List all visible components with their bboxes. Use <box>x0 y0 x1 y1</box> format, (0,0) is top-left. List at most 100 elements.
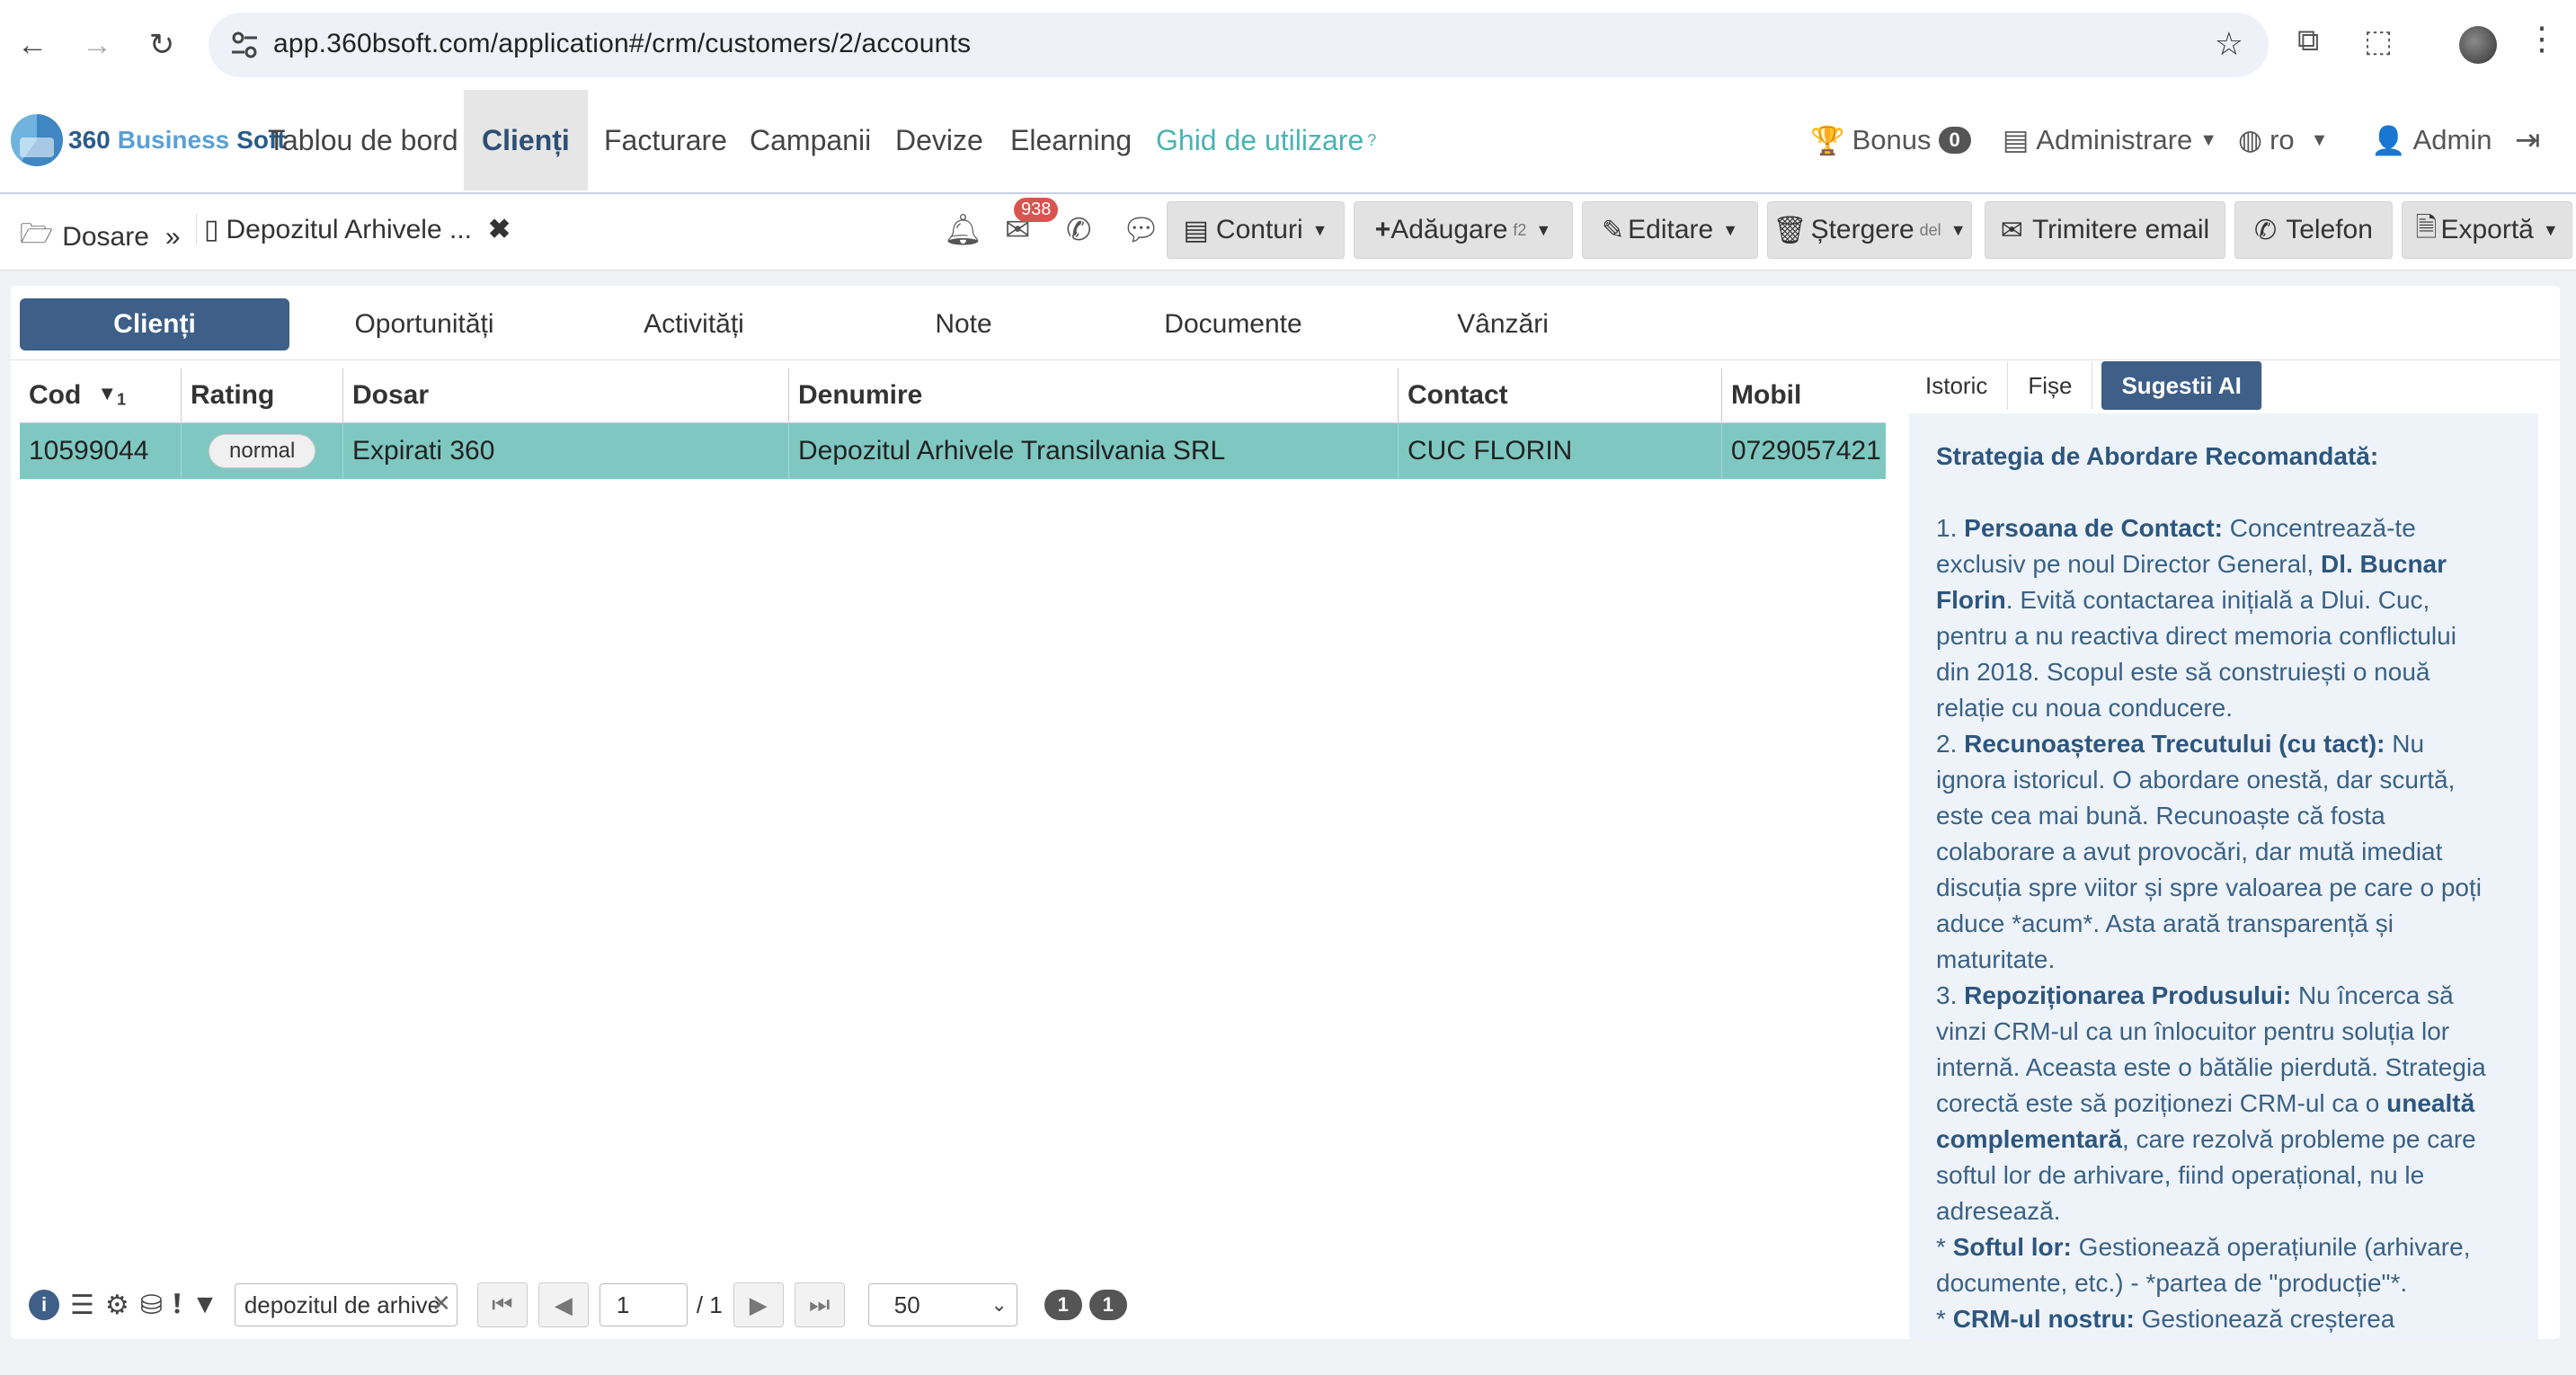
list-number: 2. <box>1936 730 1958 758</box>
tab-documente[interactable]: Documente <box>1098 298 1368 350</box>
avatar[interactable] <box>2459 26 2497 64</box>
breadcrumb[interactable]: 🗁 Dosare » <box>20 214 181 260</box>
tab-note[interactable]: Note <box>829 298 1098 350</box>
nav-dashboard[interactable]: Tablou de bord <box>250 90 476 191</box>
list-icon[interactable]: ☰ <box>70 1290 94 1321</box>
nav-clienti[interactable]: Clienți <box>464 90 588 191</box>
sort-desc-icon: ▼1 <box>97 381 127 409</box>
nav-guide[interactable]: Ghid de utilizare? <box>1138 90 1394 191</box>
info-icon[interactable]: i <box>29 1290 59 1320</box>
language-menu[interactable]: ◍ ro ▼ <box>2238 90 2328 191</box>
nav-elearning[interactable]: Elearning <box>992 90 1150 191</box>
puzzle-icon[interactable]: ⬚ <box>2364 23 2393 59</box>
brand-logo[interactable]: 360 Business Soft <box>11 113 286 167</box>
column-header-cod[interactable]: Cod ▼1 <box>20 368 182 422</box>
logout-icon[interactable]: ⇥ <box>2515 90 2541 191</box>
user-menu[interactable]: 👤 Admin <box>2371 90 2492 191</box>
cell-rating[interactable]: normal <box>182 423 343 479</box>
tab-sugestii-ai[interactable]: Sugestii AI <box>2101 361 2262 410</box>
bonus-label: Bonus <box>1852 124 1932 155</box>
bonus-menu[interactable]: 🏆 Bonus 0 <box>1810 90 1971 191</box>
filter-icon[interactable]: ▼ <box>191 1290 218 1320</box>
accounts-grid: Cod ▼1 Rating Dosar Denumire Contact Mob… <box>20 368 1886 479</box>
url-text[interactable]: app.360bsoft.com/application#/crm/custom… <box>273 29 971 59</box>
rating-badge: normal <box>209 434 316 468</box>
forward-icon[interactable]: → <box>70 18 124 72</box>
first-page-button[interactable]: ⏮ <box>476 1282 528 1327</box>
tab-oportunitati[interactable]: Oportunități <box>289 298 559 350</box>
bookmark-star-icon[interactable]: ☆ <box>2215 25 2243 63</box>
close-icon[interactable]: ✖ <box>488 214 511 245</box>
building-icon: ▯ <box>204 215 219 244</box>
mail-count-badge: 938 <box>1014 198 1059 222</box>
column-header-denumire[interactable]: Denumire <box>789 368 1399 422</box>
breadcrumb-root[interactable]: Dosare <box>62 222 149 253</box>
reload-icon[interactable]: ↻ <box>135 18 189 72</box>
cell-cod[interactable]: 10599044 <box>20 423 182 479</box>
telefon-button[interactable]: ✆ Telefon <box>2234 201 2393 259</box>
trimitere-email-button[interactable]: ✉ Trimitere email <box>1985 201 2225 259</box>
count-badge: 1 <box>1044 1290 1082 1320</box>
editare-button[interactable]: ✎ Editare ▼ <box>1582 201 1758 259</box>
guide-label: Ghid de utilizare <box>1156 123 1364 156</box>
next-page-button[interactable]: ▶ <box>733 1282 784 1327</box>
double-chevron-icon: » <box>164 221 181 252</box>
extension-icon[interactable]: ⧉ <box>2297 23 2319 58</box>
shortcut-hint: del <box>1919 220 1941 239</box>
cell-mobil[interactable]: 0729057421 <box>1722 423 1886 479</box>
bullet-heading: CRM-ul nostru: <box>1952 1305 2135 1333</box>
ai-title: Strategia de Abordare Recomandată: <box>1936 442 2379 470</box>
shortcut-hint: f2 <box>1513 220 1527 239</box>
ai-suggestions-panel[interactable]: Strategia de Abordare Recomandată: 1. Pe… <box>1909 413 2538 1339</box>
conturi-button[interactable]: ▤ Conturi ▼ <box>1167 201 1345 259</box>
page-size-select[interactable]: 50 ⌄ <box>867 1283 1017 1326</box>
bell-icon[interactable]: 🔔︎ <box>944 212 982 248</box>
adaugare-label: Adăugare <box>1390 215 1508 244</box>
prev-page-button[interactable]: ◀ <box>537 1282 589 1327</box>
building-icon: ▤ <box>1183 215 1209 245</box>
exporta-button[interactable]: 🗎 Exportă ▼ <box>2402 201 2572 259</box>
breadcrumb-current[interactable]: ▯ Depozitul Arhivele ... ✖ <box>196 214 511 245</box>
address-bar[interactable]: app.360bsoft.com/application#/crm/custom… <box>209 13 2269 77</box>
grid-search-input[interactable]: depozitul de arhive ✕ <box>234 1283 457 1326</box>
adaugare-button[interactable]: + Adăugare f2 ▼ <box>1354 201 1573 259</box>
column-header-rating[interactable]: Rating <box>182 368 343 422</box>
nav-facturare[interactable]: Facturare <box>586 90 745 191</box>
nav-campanii[interactable]: Campanii <box>732 90 889 191</box>
tab-clienti[interactable]: Clienți <box>20 298 289 350</box>
column-header-dosar[interactable]: Dosar <box>343 368 789 422</box>
phone-icon[interactable]: ✆ <box>1066 212 1092 248</box>
plus-icon: + <box>1374 215 1391 244</box>
column-header-mobil[interactable]: Mobil <box>1722 368 1886 422</box>
admin-menu[interactable]: ▤ Administrare ▼ <box>2003 90 2217 191</box>
table-row[interactable]: 10599044 normal Expirati 360 Depozitul A… <box>20 423 1886 479</box>
grid-header: Cod ▼1 Rating Dosar Denumire Contact Mob… <box>20 368 1886 423</box>
caret-down-icon: ▼ <box>1535 220 1552 239</box>
kebab-menu-icon[interactable]: ⋮ <box>2526 20 2558 58</box>
editare-label: Editare <box>1628 215 1714 244</box>
database-icon[interactable]: ⛁ <box>140 1290 163 1321</box>
sort-index: 1 <box>117 390 127 409</box>
back-icon[interactable]: ← <box>5 18 59 72</box>
stergere-button[interactable]: 🗑︎ Ștergere del ▼ <box>1767 201 1972 259</box>
tab-istoric[interactable]: Istoric <box>1905 361 2009 410</box>
page-input[interactable]: 1 <box>599 1283 688 1326</box>
chat-icon[interactable]: 💬︎ <box>1122 212 1160 248</box>
last-page-button[interactable]: ⏭ <box>794 1282 845 1327</box>
cell-denumire[interactable]: Depozitul Arhivele Transilvania SRL <box>789 423 1399 479</box>
tab-activitati[interactable]: Activități <box>559 298 829 350</box>
cell-contact[interactable]: CUC FLORIN <box>1399 423 1722 479</box>
tab-vanzari[interactable]: Vânzări <box>1368 298 1638 350</box>
breadcrumb-current-label[interactable]: Depozitul Arhivele ... <box>227 215 472 245</box>
clear-icon[interactable]: ✕ <box>431 1290 451 1317</box>
cell-dosar[interactable]: Expirati 360 <box>343 423 789 479</box>
settings-icon[interactable]: ⚙ <box>105 1290 129 1321</box>
point-heading: Recunoașterea Trecutului (cu tact): <box>1964 730 2385 758</box>
column-header-contact[interactable]: Contact <box>1399 368 1722 422</box>
bullet-heading: Softul lor: <box>1952 1233 2072 1261</box>
nav-devize[interactable]: Devize <box>877 90 1001 191</box>
site-settings-icon[interactable] <box>227 27 262 63</box>
alert-icon[interactable]: ❗︎ <box>173 1290 181 1320</box>
tab-fise[interactable]: Fișe <box>2008 361 2093 410</box>
page-size-value: 50 <box>893 1291 920 1318</box>
